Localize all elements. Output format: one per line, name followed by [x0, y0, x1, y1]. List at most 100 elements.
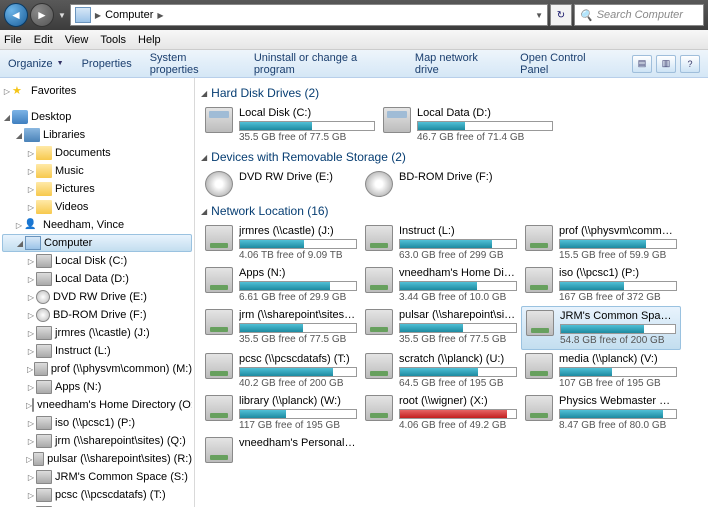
address-bar[interactable]: ▶ Computer ▶ ▼: [70, 4, 548, 26]
tree-favorites[interactable]: ▷Favorites: [2, 82, 192, 100]
drive-item[interactable]: jrm (\\sharepoint\sites) (Q:)35.5 GB fre…: [201, 306, 361, 350]
drive-icon: [365, 225, 393, 251]
tree-computer[interactable]: ◢Computer: [2, 234, 192, 252]
drive-item[interactable]: prof (\\physvm\common) (M:)15.5 GB free …: [521, 222, 681, 264]
drive-item[interactable]: Apps (N:)6.61 GB free of 29.9 GB: [201, 264, 361, 306]
chevron-down-icon[interactable]: ▼: [535, 11, 543, 20]
tree-drive[interactable]: ▷jrmres (\\castle) (J:): [2, 324, 192, 342]
tree-desktop[interactable]: ◢Desktop: [2, 108, 192, 126]
back-button[interactable]: ◄: [4, 3, 28, 27]
drive-freespace: 63.0 GB free of 299 GB: [399, 250, 517, 261]
drive-item[interactable]: JRM's Common Space (S:)54.8 GB free of 2…: [521, 306, 681, 350]
group-hdd-header[interactable]: ◢Hard Disk Drives (2): [201, 86, 702, 100]
drive-name: Local Disk (C:): [239, 107, 375, 119]
tree-pictures[interactable]: ▷Pictures: [2, 180, 192, 198]
drive-item[interactable]: vneedham's Personal Web Space (Z:): [201, 434, 361, 466]
tree-drive[interactable]: ▷pulsar (\\sharepoint\sites) (R:): [2, 450, 192, 468]
tree-drive[interactable]: ▷JRM's Common Space (S:): [2, 468, 192, 486]
drive-name: vneedham's Personal Web Space (Z:): [239, 437, 357, 449]
toolbar-system-properties[interactable]: System properties: [150, 52, 236, 76]
drive-item[interactable]: Physics Webmaster Web Space (Y:)8.47 GB …: [521, 392, 681, 434]
drive-icon: [525, 267, 553, 293]
menu-edit[interactable]: Edit: [34, 34, 53, 46]
tree-drive[interactable]: ▷BD-ROM Drive (F:): [2, 306, 192, 324]
toolbar-uninstall[interactable]: Uninstall or change a program: [254, 52, 397, 76]
drive-name: jrmres (\\castle) (J:): [239, 225, 357, 237]
toolbar-control-panel[interactable]: Open Control Panel: [520, 52, 614, 76]
drive-item[interactable]: pulsar (\\sharepoint\sites) (R:)35.5 GB …: [361, 306, 521, 350]
drive-item[interactable]: media (\\planck) (V:)107 GB free of 195 …: [521, 350, 681, 392]
space-bar: [559, 367, 677, 377]
drive-item[interactable]: iso (\\pcsc1) (P:)167 GB free of 372 GB: [521, 264, 681, 306]
drive-freespace: 4.06 GB free of 49.2 GB: [399, 420, 517, 431]
tree-libraries[interactable]: ◢Libraries: [2, 126, 192, 144]
navigation-tree: ▷Favorites ◢Desktop ◢Libraries ▷Document…: [0, 78, 195, 507]
space-bar: [417, 121, 553, 131]
drive-name: Local Data (D:): [417, 107, 553, 119]
space-bar: [239, 281, 357, 291]
help-button[interactable]: ?: [680, 55, 700, 73]
toolbar-properties[interactable]: Properties: [82, 58, 132, 70]
drive-item[interactable]: DVD RW Drive (E:): [201, 168, 361, 200]
preview-pane-button[interactable]: ▥: [656, 55, 676, 73]
drive-item[interactable]: Instruct (L:)63.0 GB free of 299 GB: [361, 222, 521, 264]
drive-name: prof (\\physvm\common) (M:): [559, 225, 677, 237]
menu-tools[interactable]: Tools: [100, 34, 126, 46]
drive-icon: [365, 353, 393, 379]
drive-icon: [365, 395, 393, 421]
refresh-button[interactable]: ↻: [550, 4, 572, 26]
drive-item[interactable]: root (\\wigner) (X:)4.06 GB free of 49.2…: [361, 392, 521, 434]
tree-drive[interactable]: ▷pcsc (\\pcscdatafs) (T:): [2, 486, 192, 504]
tree-drive[interactable]: ▷vneedham's Home Directory (O:): [2, 396, 192, 414]
view-mode-button[interactable]: ▤: [632, 55, 652, 73]
computer-icon: [75, 7, 91, 23]
drive-freespace: 35.5 GB free of 77.5 GB: [399, 334, 517, 345]
tree-drive[interactable]: ▷Apps (N:): [2, 378, 192, 396]
drive-item[interactable]: jrmres (\\castle) (J:)4.06 TB free of 9.…: [201, 222, 361, 264]
space-bar: [559, 409, 677, 419]
group-removable-header[interactable]: ◢Devices with Removable Storage (2): [201, 150, 702, 164]
drive-name: pcsc (\\pcscdatafs) (T:): [239, 353, 357, 365]
space-bar: [559, 281, 677, 291]
tree-drive[interactable]: ▷Local Disk (C:): [2, 252, 192, 270]
menu-view[interactable]: View: [65, 34, 89, 46]
search-input[interactable]: 🔍 Search Computer: [574, 4, 704, 26]
drive-item[interactable]: BD-ROM Drive (F:): [361, 168, 521, 200]
space-bar: [239, 367, 357, 377]
tree-documents[interactable]: ▷Documents: [2, 144, 192, 162]
titlebar: ◄ ► ▼ ▶ Computer ▶ ▼ ↻ 🔍 Search Computer: [0, 0, 708, 30]
drive-name: jrm (\\sharepoint\sites) (Q:): [239, 309, 357, 321]
drive-item[interactable]: Local Disk (C:) 35.5 GB free of 77.5 GB: [201, 104, 379, 146]
drive-freespace: 35.5 GB free of 77.5 GB: [239, 132, 375, 143]
toolbar-map-drive[interactable]: Map network drive: [415, 52, 502, 76]
tree-drive[interactable]: ▷DVD RW Drive (E:): [2, 288, 192, 306]
drive-item[interactable]: Local Data (D:)46.7 GB free of 71.4 GB: [379, 104, 557, 146]
drive-item[interactable]: scratch (\\planck) (U:)64.5 GB free of 1…: [361, 350, 521, 392]
menu-help[interactable]: Help: [138, 34, 161, 46]
drive-freespace: 64.5 GB free of 195 GB: [399, 378, 517, 389]
menu-file[interactable]: File: [4, 34, 22, 46]
tree-drive[interactable]: ▷iso (\\pcsc1) (P:): [2, 414, 192, 432]
drive-item[interactable]: library (\\planck) (W:)117 GB free of 19…: [201, 392, 361, 434]
space-bar: [239, 239, 357, 249]
group-network-header[interactable]: ◢Network Location (16): [201, 204, 702, 218]
tree-drive[interactable]: ▷prof (\\physvm\common) (M:): [2, 360, 192, 378]
space-bar: [560, 324, 676, 334]
content-pane: ◢Hard Disk Drives (2) Local Disk (C:) 35.…: [195, 78, 708, 507]
tree-music[interactable]: ▷Music: [2, 162, 192, 180]
drive-item[interactable]: vneedham's Home Directory (O:)3.44 GB fr…: [361, 264, 521, 306]
tree-user[interactable]: ▷Needham, Vince: [2, 216, 192, 234]
tree-videos[interactable]: ▷Videos: [2, 198, 192, 216]
organize-button[interactable]: Organize▼: [8, 58, 64, 70]
tree-drive[interactable]: ▷jrm (\\sharepoint\sites) (Q:): [2, 432, 192, 450]
drive-icon: [205, 437, 233, 463]
drive-name: vneedham's Home Directory (O:): [399, 267, 517, 279]
tree-drive[interactable]: ▷Local Data (D:): [2, 270, 192, 288]
drive-freespace: 6.61 GB free of 29.9 GB: [239, 292, 357, 303]
forward-button[interactable]: ►: [30, 3, 54, 27]
tree-drive[interactable]: ▷Instruct (L:): [2, 342, 192, 360]
space-bar: [399, 323, 517, 333]
drive-item[interactable]: pcsc (\\pcscdatafs) (T:)40.2 GB free of …: [201, 350, 361, 392]
history-dropdown[interactable]: ▼: [56, 11, 68, 20]
address-text: Computer: [105, 9, 153, 21]
